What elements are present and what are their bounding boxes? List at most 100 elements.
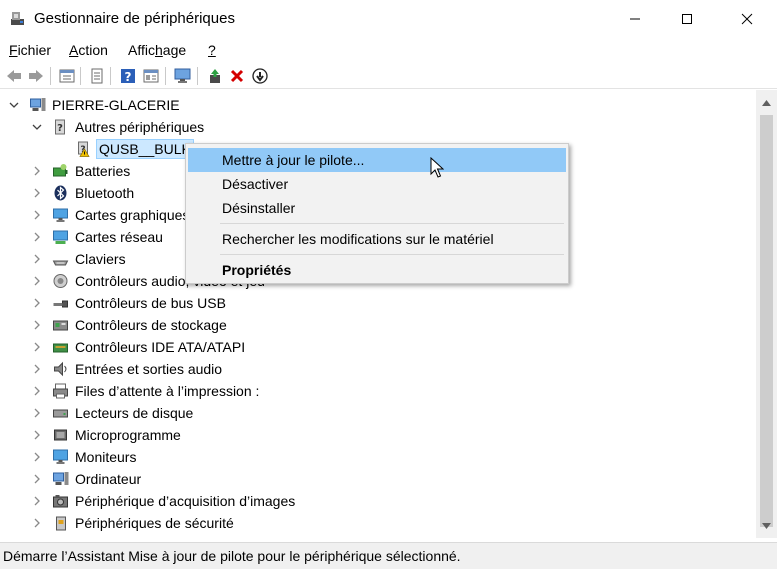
chevron-right-icon[interactable] (31, 385, 43, 397)
tree-node[interactable]: Moniteurs (0, 446, 756, 468)
chevron-right-icon[interactable] (31, 451, 43, 463)
tree-node[interactable]: ? Autres périphériques (0, 116, 756, 138)
menu-affichage[interactable]: Affichage (128, 42, 186, 58)
menu-fichier[interactable]: Fichier (9, 42, 51, 58)
chevron-right-icon[interactable] (31, 429, 43, 441)
view-button[interactable] (87, 66, 107, 86)
chevron-down-icon[interactable] (8, 99, 20, 111)
chevron-right-icon[interactable] (31, 341, 43, 353)
tree-node[interactable]: Entrées et sorties audio (0, 358, 756, 380)
chevron-right-icon[interactable] (31, 275, 43, 287)
chevron-right-icon[interactable] (31, 231, 43, 243)
chevron-right-icon[interactable] (31, 209, 43, 221)
help-button[interactable]: ? (118, 66, 138, 86)
context-item-label: Mettre à jour le pilote... (222, 152, 365, 168)
context-item-label: Désactiver (222, 176, 289, 192)
tree-node[interactable]: Microprogramme (0, 424, 756, 446)
tree-root[interactable]: PIERRE-GLACERIE (0, 94, 756, 116)
context-menu: Mettre à jour le pilote... Désactiver Dé… (185, 143, 569, 284)
title-bar: Gestionnaire de périphériques (0, 0, 777, 37)
minimize-button[interactable] (612, 0, 658, 37)
scan-hardware-button[interactable] (173, 66, 193, 86)
chevron-right-icon[interactable] (31, 517, 43, 529)
tree-node-label: Cartes réseau (75, 229, 163, 245)
context-item-properties[interactable]: Propriétés (188, 258, 566, 282)
tree-node-label: Périphériques de sécurité (75, 515, 234, 531)
chevron-right-icon[interactable] (31, 473, 43, 485)
context-separator (220, 254, 564, 255)
tree-node-label: Contrôleurs IDE ATA/ATAPI (75, 339, 246, 355)
status-bar: Démarre l’Assistant Mise à jour de pilot… (0, 542, 777, 569)
tree-node-label: Contrôleurs de bus USB (75, 295, 226, 311)
bluetooth-icon (54, 185, 67, 201)
tree-node[interactable]: Lecteurs de disque (0, 402, 756, 424)
properties-icon (59, 69, 75, 83)
chevron-down-icon[interactable] (31, 121, 43, 133)
tree-node[interactable]: Périphérique d’acquisition d’images (0, 490, 756, 512)
tree-node[interactable]: Files d’attente à l’impression : (0, 380, 756, 402)
menu-action[interactable]: Action (69, 42, 108, 58)
tree-node-label: Batteries (75, 163, 131, 179)
tree-node-label: Moniteurs (75, 449, 137, 465)
unknown-device-icon: ? (55, 119, 65, 135)
tree-node[interactable]: Contrôleurs IDE ATA/ATAPI (0, 336, 756, 358)
tree-node[interactable]: Périphériques de sécurité (0, 512, 756, 534)
context-item-uninstall[interactable]: Désinstaller (188, 196, 566, 220)
toolbar: ? (0, 63, 777, 89)
forward-button[interactable] (26, 66, 46, 86)
scroll-down-button[interactable] (756, 517, 777, 534)
scrollbar-thumb[interactable] (760, 115, 773, 527)
chevron-right-icon[interactable] (31, 165, 43, 177)
chevron-up-icon (762, 99, 771, 106)
usb-icon (53, 300, 68, 308)
chevron-right-icon[interactable] (31, 297, 43, 309)
ide-icon (53, 343, 68, 353)
uninstall-button[interactable] (227, 66, 247, 86)
menu-bar: Fichier Action Affichage ? (0, 37, 777, 63)
tree-node[interactable]: Ordinateur (0, 468, 756, 490)
computer-icon (53, 472, 69, 485)
menu-help[interactable]: ? (208, 42, 216, 58)
back-icon (7, 70, 21, 82)
toolbar-separator (197, 67, 198, 85)
update-driver-button[interactable] (205, 66, 225, 86)
tree-node-label: Périphérique d’acquisition d’images (75, 493, 296, 509)
tree-node-label: PIERRE-GLACERIE (52, 97, 180, 113)
vertical-scrollbar[interactable] (756, 90, 777, 538)
disable-button[interactable] (250, 66, 270, 86)
network-adapter-icon (53, 230, 68, 244)
back-button[interactable] (4, 66, 24, 86)
tree-node-label: QUSB__BULK (96, 139, 194, 159)
toolbar-separator (110, 67, 111, 85)
forward-icon (29, 70, 43, 82)
properties-button[interactable] (57, 66, 77, 86)
chevron-right-icon[interactable] (31, 253, 43, 265)
tree-node-label: Lecteurs de disque (75, 405, 194, 421)
device-manager-app-icon (11, 12, 24, 25)
context-item-label: Désinstaller (222, 200, 296, 216)
action-list-button[interactable] (141, 66, 161, 86)
chevron-right-icon[interactable] (31, 495, 43, 507)
tree-node[interactable]: Contrôleurs de stockage (0, 314, 756, 336)
audio-io-icon (54, 361, 67, 377)
context-separator (220, 223, 564, 224)
context-item-scan-hardware[interactable]: Rechercher les modifications sur le maté… (188, 227, 566, 251)
scroll-up-button[interactable] (756, 94, 777, 111)
close-button[interactable] (724, 0, 770, 37)
uninstall-icon (230, 69, 244, 83)
chevron-right-icon[interactable] (31, 407, 43, 419)
tree-node[interactable]: Contrôleurs de bus USB (0, 292, 756, 314)
chevron-right-icon[interactable] (31, 187, 43, 199)
printer-queue-icon (53, 383, 68, 399)
chevron-right-icon[interactable] (31, 363, 43, 375)
maximize-button[interactable] (664, 0, 710, 37)
svg-text:?: ? (125, 70, 132, 84)
context-item-label: Rechercher les modifications sur le maté… (222, 231, 494, 247)
context-item-disable[interactable]: Désactiver (188, 172, 566, 196)
minimize-icon (630, 18, 640, 19)
view-icon (91, 68, 103, 84)
tree-node-label: Contrôleurs de stockage (75, 317, 227, 333)
context-item-update-driver[interactable]: Mettre à jour le pilote... (188, 148, 566, 172)
chevron-right-icon[interactable] (31, 319, 43, 331)
warning-device-icon: ? (78, 141, 90, 157)
